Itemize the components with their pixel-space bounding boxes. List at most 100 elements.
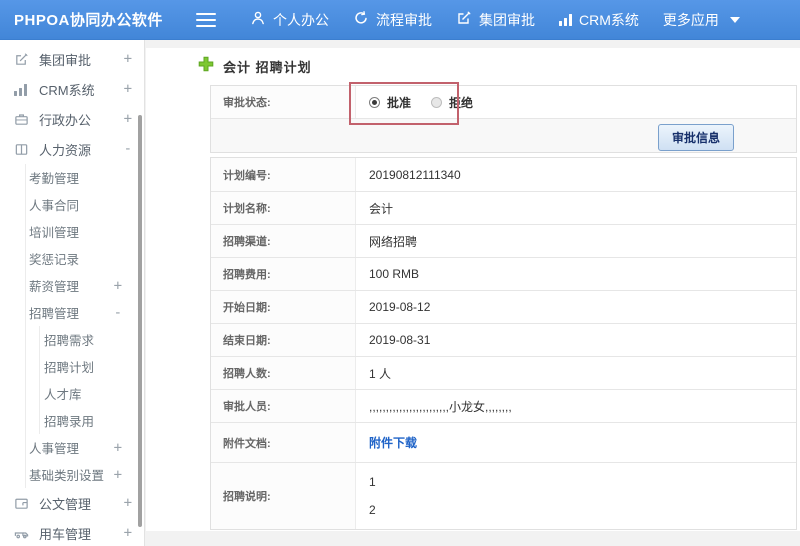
nav-label: 更多应用	[662, 11, 719, 28]
field-value: 100 RMB	[369, 267, 420, 281]
field-value: 网络招聘	[369, 234, 418, 249]
table-row: 计划名称: 会计	[211, 191, 796, 224]
approval-radio-group: 批准 拒绝	[369, 94, 493, 111]
table-row: 招聘人数: 1 人	[211, 356, 796, 389]
sidebar-item-recruit-hire[interactable]: 招聘录用	[40, 407, 144, 434]
radio-reject-label[interactable]: 拒绝	[449, 94, 473, 111]
edit-icon	[14, 51, 30, 67]
nav-crm-system[interactable]: CRM系统	[559, 10, 639, 30]
sidebar-item-admin-office[interactable]: 行政办公 +	[0, 104, 144, 134]
expand-icon[interactable]: +	[114, 440, 122, 456]
field-label: 招聘渠道:	[211, 225, 356, 257]
sidebar-item-hr[interactable]: 人力资源 -	[0, 134, 144, 164]
sidebar-item-attendance[interactable]: 考勤管理	[26, 164, 144, 191]
sidebar-item-training[interactable]: 培训管理	[26, 218, 144, 245]
menu-toggle-icon[interactable]	[196, 12, 216, 27]
bar-chart-icon	[559, 13, 572, 26]
edit-icon	[456, 10, 472, 29]
sidebar-item-talent-pool[interactable]: 人才库	[40, 380, 144, 407]
expand-icon[interactable]: +	[124, 111, 132, 127]
field-value: 会计	[369, 201, 394, 216]
approval-status-row: 审批状态: 批准 拒绝	[211, 86, 796, 118]
briefcase-icon	[14, 111, 30, 127]
sidebar-label: 人才库	[44, 388, 82, 402]
user-icon	[250, 10, 266, 29]
caret-down-icon	[729, 16, 740, 23]
nav-group-approval[interactable]: 集团审批	[456, 10, 535, 30]
approval-info-button[interactable]: 审批信息	[657, 124, 734, 151]
field-value: 1 2	[356, 463, 796, 529]
expand-icon[interactable]: +	[124, 51, 132, 67]
bar-chart-icon	[14, 81, 30, 97]
main-content: 会计 招聘计划 审批状态: 批准 拒绝 审批信息 计划编号: 201908121…	[146, 40, 800, 546]
expand-icon[interactable]: +	[114, 467, 122, 483]
sidebar-label: 基础类别设置	[29, 469, 105, 483]
table-row: 审批人员: ,,,,,,,,,,,,,,,,,,,,,,,,小龙女,,,,,,,…	[211, 389, 796, 422]
sidebar-item-recruit-mgmt[interactable]: 招聘管理 -	[26, 299, 144, 326]
nav-label: 个人办公	[273, 11, 329, 28]
field-value: 2019-08-31	[369, 333, 431, 347]
expand-icon[interactable]: +	[124, 525, 132, 541]
description-line: 1	[369, 475, 376, 489]
collapse-icon[interactable]: -	[114, 305, 122, 321]
field-label: 招聘费用:	[211, 258, 356, 290]
sidebar-label: 人事管理	[29, 442, 80, 456]
sidebar-item-salary[interactable]: 薪资管理 +	[26, 272, 144, 299]
sidebar-item-base-category[interactable]: 基础类别设置 +	[26, 461, 144, 488]
radio-reject[interactable]	[431, 96, 443, 108]
process-icon	[353, 10, 369, 29]
field-label: 计划编号:	[211, 158, 356, 191]
sidebar-label: 人力资源	[39, 142, 92, 158]
sidebar-label: 奖惩记录	[29, 253, 80, 267]
sidebar-label: 考勤管理	[29, 172, 80, 186]
car-icon	[14, 525, 30, 541]
sidebar-item-recruit-demand[interactable]: 招聘需求	[40, 326, 144, 353]
sidebar-label: 行政办公	[39, 112, 92, 128]
sidebar-item-recruit-plan[interactable]: 招聘计划	[40, 353, 144, 380]
sidebar-item-crm[interactable]: CRM系统 +	[0, 74, 144, 104]
sidebar-label: 培训管理	[29, 226, 80, 240]
field-label: 招聘人数:	[211, 357, 356, 389]
description-line: 2	[369, 503, 376, 517]
nav-label: 集团审批	[479, 11, 535, 28]
app-logo: PHPOA协同办公软件	[14, 12, 163, 29]
sidebar-scrollbar[interactable]	[138, 115, 142, 527]
nav-more-apps[interactable]: 更多应用	[663, 10, 740, 30]
sidebar-label: 人事合同	[29, 199, 80, 213]
sidebar-item-rewards[interactable]: 奖惩记录	[26, 245, 144, 272]
attachment-download-link[interactable]: 附件下载	[369, 434, 417, 451]
table-row: 开始日期: 2019-08-12	[211, 290, 796, 323]
field-value: ,,,,,,,,,,,,,,,,,,,,,,,,小龙女,,,,,,,,	[369, 399, 512, 414]
sidebar-item-vehicle[interactable]: 用车管理 +	[0, 518, 144, 546]
expand-icon[interactable]: +	[124, 495, 132, 511]
sidebar-item-documents[interactable]: 公文管理 +	[0, 488, 144, 518]
expand-icon[interactable]: +	[114, 278, 122, 294]
sidebar-item-group-approval[interactable]: 集团审批 +	[0, 44, 144, 74]
document-icon	[14, 495, 30, 511]
nav-process-approval[interactable]: 流程审批	[353, 10, 432, 30]
expand-icon[interactable]: +	[124, 81, 132, 97]
sidebar-label: 用车管理	[39, 526, 92, 542]
field-value: 20190812111340	[369, 167, 461, 182]
radio-approve-label[interactable]: 批准	[387, 94, 411, 111]
radio-approve[interactable]	[369, 96, 380, 108]
add-icon	[198, 56, 214, 77]
sidebar-item-hr-contract[interactable]: 人事合同	[26, 191, 144, 218]
sidebar-label: 招聘需求	[44, 334, 95, 348]
page-title: 会计 招聘计划	[198, 56, 312, 77]
sidebar-label: 招聘管理	[29, 307, 80, 321]
field-label: 招聘说明:	[211, 463, 356, 529]
table-row: 招聘费用: 100 RMB	[211, 257, 796, 290]
nav-label: CRM系统	[579, 11, 639, 28]
collapse-icon[interactable]: -	[124, 141, 132, 157]
table-row-attachment: 附件文档: 附件下载	[211, 422, 796, 462]
nav-label: 流程审批	[376, 11, 432, 28]
sidebar-item-personnel-mgmt[interactable]: 人事管理 +	[26, 434, 144, 461]
sidebar-label: 薪资管理	[29, 280, 80, 294]
field-label: 结束日期:	[211, 324, 356, 356]
field-label: 附件文档:	[211, 423, 356, 462]
top-navigation-bar: PHPOA协同办公软件 个人办公 流程审批 集团审批 CRM系统 更多应用	[0, 0, 800, 40]
nav-personal-office[interactable]: 个人办公	[250, 10, 329, 30]
field-label: 审批状态:	[211, 86, 356, 118]
field-value: 2019-08-12	[369, 300, 431, 314]
